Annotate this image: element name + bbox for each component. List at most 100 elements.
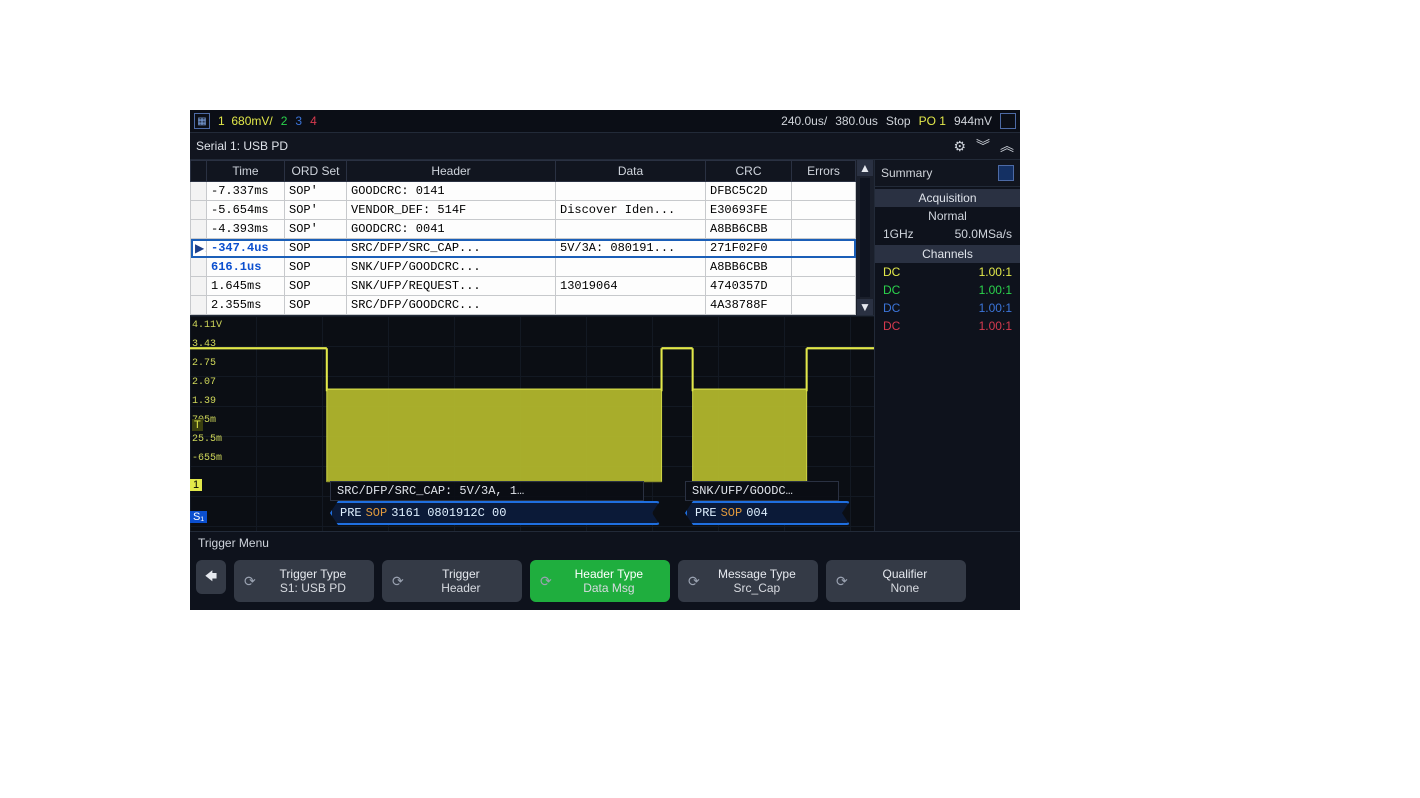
scroll-up-icon[interactable]: ▲ — [857, 160, 873, 176]
screenshot-icon[interactable] — [1000, 113, 1016, 129]
cell-errors — [792, 296, 856, 315]
softkey-value: Data Msg — [583, 581, 634, 595]
softkey-value: Header — [441, 581, 480, 595]
trigger-softkey[interactable]: ⟳Trigger TypeS1: USB PD — [234, 560, 374, 602]
cell-crc: 4A38788F — [706, 296, 792, 315]
cell-crc: A8BB6CBB — [706, 258, 792, 277]
ch2-indicator[interactable]: 2 — [281, 114, 288, 128]
row-marker — [191, 296, 207, 315]
col-errors[interactable]: Errors — [792, 161, 856, 182]
trigger-level-readout[interactable]: 944mV — [954, 114, 992, 128]
cell-header: VENDOR_DEF: 514F — [347, 201, 556, 220]
cell-errors — [792, 201, 856, 220]
col-crc[interactable]: CRC — [706, 161, 792, 182]
channel-row[interactable]: DC1.00:1 — [875, 317, 1020, 335]
col-data[interactable]: Data — [556, 161, 706, 182]
cell-header: GOODCRC: 0141 — [347, 182, 556, 201]
cell-time: 2.355ms — [207, 296, 285, 315]
table-row[interactable]: -4.393msSOP'GOODCRC: 0041A8BB6CBB — [191, 220, 856, 239]
cell-ord: SOP — [285, 296, 347, 315]
cell-data: Discover Iden... — [556, 201, 706, 220]
col-ord[interactable]: ORD Set — [285, 161, 347, 182]
channel-coupling: DC — [883, 283, 900, 297]
softkey-title: Header Type — [575, 567, 644, 581]
ch1-indicator[interactable]: 1 680mV/ — [218, 114, 273, 128]
row-marker — [191, 201, 207, 220]
channel-row[interactable]: DC1.00:1 — [875, 299, 1020, 317]
ch3-indicator[interactable]: 3 — [295, 114, 302, 128]
channel-probe: 1.00:1 — [979, 319, 1012, 333]
channel-probe: 1.00:1 — [979, 283, 1012, 297]
run-state[interactable]: Stop — [886, 114, 911, 128]
col-header[interactable]: Header — [347, 161, 556, 182]
decode-label-packet-a[interactable]: SRC/DFP/SRC_CAP: 5V/3A, 1… — [330, 481, 644, 501]
softkey-value: Src_Cap — [734, 581, 781, 595]
trigger-softkey[interactable]: ⟳TriggerHeader — [382, 560, 522, 602]
cell-time: -5.654ms — [207, 201, 285, 220]
trigger-softkey[interactable]: ⟳Message TypeSrc_Cap — [678, 560, 818, 602]
row-marker — [191, 277, 207, 296]
col-time[interactable]: Time — [207, 161, 285, 182]
cell-crc: DFBC5C2D — [706, 182, 792, 201]
decode-segment-a[interactable]: PRE SOP 3161 0801912C 00 — [330, 501, 660, 525]
channel-coupling: DC — [883, 301, 900, 315]
protocol-table-area: Time ORD Set Header Data CRC Errors -7.3… — [190, 160, 874, 315]
acq-mode-row: Normal — [875, 207, 1020, 225]
channels-header[interactable]: Channels — [875, 245, 1020, 263]
scroll-down-icon[interactable]: ▼ — [857, 299, 873, 315]
menu-icon[interactable]: ▦ — [194, 113, 210, 129]
acq-sample-rate: 50.0MSa/s — [955, 227, 1012, 241]
summary-menu-icon[interactable] — [998, 165, 1014, 181]
summary-title[interactable]: Summary — [881, 166, 932, 180]
cell-ord: SOP — [285, 277, 347, 296]
cell-errors — [792, 220, 856, 239]
trigger-softkey[interactable]: ⟳ Header TypeData Msg — [530, 560, 670, 602]
softkey-value: None — [891, 581, 920, 595]
table-row[interactable]: -7.337msSOP'GOODCRC: 0141DFBC5C2D — [191, 182, 856, 201]
decode-segment-b[interactable]: PRE SOP 004 — [685, 501, 850, 525]
cell-errors — [792, 182, 856, 201]
table-row[interactable]: 616.1usSOPSNK/UFP/GOODCRC...A8BB6CBB — [191, 258, 856, 277]
decode-label-packet-b[interactable]: SNK/UFP/GOODC… — [685, 481, 839, 501]
table-scrollbar[interactable]: ▲ ▼ — [856, 160, 874, 315]
table-row[interactable]: 1.645msSOPSNK/UFP/REQUEST...130190644740… — [191, 277, 856, 296]
cell-data: 5V/3A: 080191... — [556, 239, 706, 258]
cell-header: SNK/UFP/GOODCRC... — [347, 258, 556, 277]
cell-header: SRC/DFP/SRC_CAP... — [347, 239, 556, 258]
waveform-area[interactable]: 4.11V3.432.752.071.39705m25.5m-655m T 1 … — [190, 315, 874, 531]
trigger-back-button[interactable]: 🡄 — [196, 560, 226, 594]
softkey-value: S1: USB PD — [280, 581, 346, 595]
cell-data — [556, 182, 706, 201]
gear-icon[interactable]: ⚙ — [953, 138, 966, 155]
chevron-up-icon[interactable]: ︽ — [1000, 136, 1014, 156]
softkey-title: Qualifier — [883, 567, 928, 581]
channel-row[interactable]: DC1.00:1 — [875, 263, 1020, 281]
protocol-table[interactable]: Time ORD Set Header Data CRC Errors -7.3… — [190, 160, 856, 315]
trigger-menu-title: Trigger Menu — [190, 531, 1020, 554]
softkey-title: Message Type — [718, 567, 796, 581]
row-marker: ▶ — [191, 239, 207, 258]
channel-list: DC1.00:1DC1.00:1DC1.00:1DC1.00:1 — [875, 263, 1020, 335]
cell-ord: SOP — [285, 258, 347, 277]
timebase-readout[interactable]: 240.0us/ — [781, 114, 827, 128]
table-row[interactable]: -5.654msSOP'VENDOR_DEF: 514FDiscover Ide… — [191, 201, 856, 220]
delay-readout[interactable]: 380.0us — [835, 114, 878, 128]
ch4-indicator[interactable]: 4 — [310, 114, 317, 128]
channel-probe: 1.00:1 — [979, 265, 1012, 279]
trigger-softkey[interactable]: ⟳ QualifierNone — [826, 560, 966, 602]
cell-data — [556, 220, 706, 239]
channel-row[interactable]: DC 1.00:1 — [875, 281, 1020, 299]
acquisition-header[interactable]: Acquisition — [875, 189, 1020, 207]
cell-header: SNK/UFP/REQUEST... — [347, 277, 556, 296]
cell-ord: SOP' — [285, 201, 347, 220]
col-mark — [191, 161, 207, 182]
cell-crc: E30693FE — [706, 201, 792, 220]
trigger-source-indicator[interactable]: PO 1 — [919, 114, 946, 128]
table-row[interactable]: 2.355msSOPSRC/DFP/GOODCRC...4A38788F — [191, 296, 856, 315]
scroll-track[interactable] — [860, 178, 870, 297]
rotary-icon: ⟳ — [540, 573, 552, 590]
cell-time: -347.4us — [207, 239, 285, 258]
rotary-icon: ⟳ — [836, 573, 848, 590]
table-row[interactable]: ▶-347.4usSOPSRC/DFP/SRC_CAP...5V/3A: 080… — [191, 239, 856, 258]
chevron-down-icon[interactable]: ︾ — [976, 136, 990, 156]
